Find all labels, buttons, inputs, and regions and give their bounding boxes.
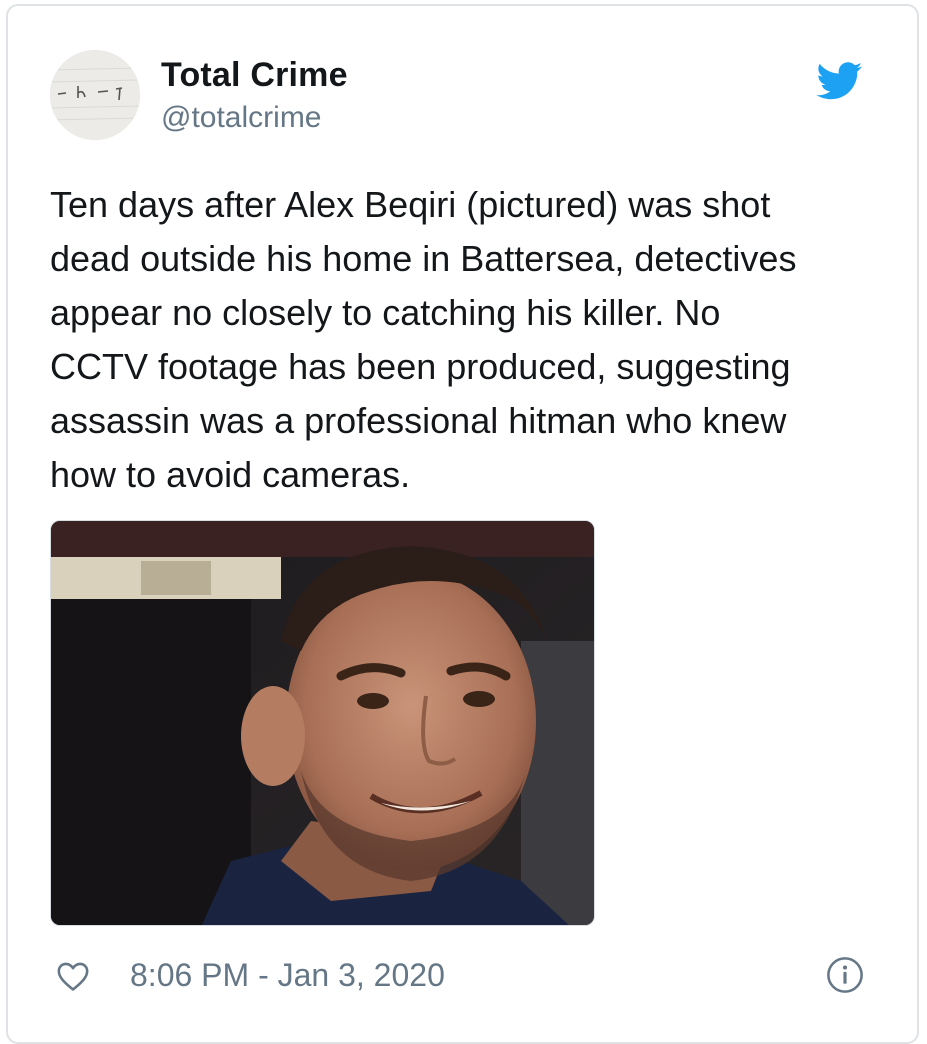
author-name[interactable]: Total Crime <box>161 56 348 95</box>
twitter-bird-icon[interactable] <box>816 62 864 100</box>
handwritten-note-avatar-icon <box>50 50 140 140</box>
smiling-man-portrait <box>51 521 594 925</box>
info-icon[interactable] <box>826 956 864 994</box>
author-avatar[interactable] <box>50 50 140 140</box>
tweet-timestamp[interactable]: 8:06 PM - Jan 3, 2020 <box>130 957 445 994</box>
heart-icon[interactable] <box>56 960 90 992</box>
author-handle[interactable]: @totalcrime <box>161 101 322 135</box>
tweet-text: Ten days after Alex Beqiri (pictured) wa… <box>50 184 797 495</box>
tweet-photo[interactable] <box>50 520 595 926</box>
